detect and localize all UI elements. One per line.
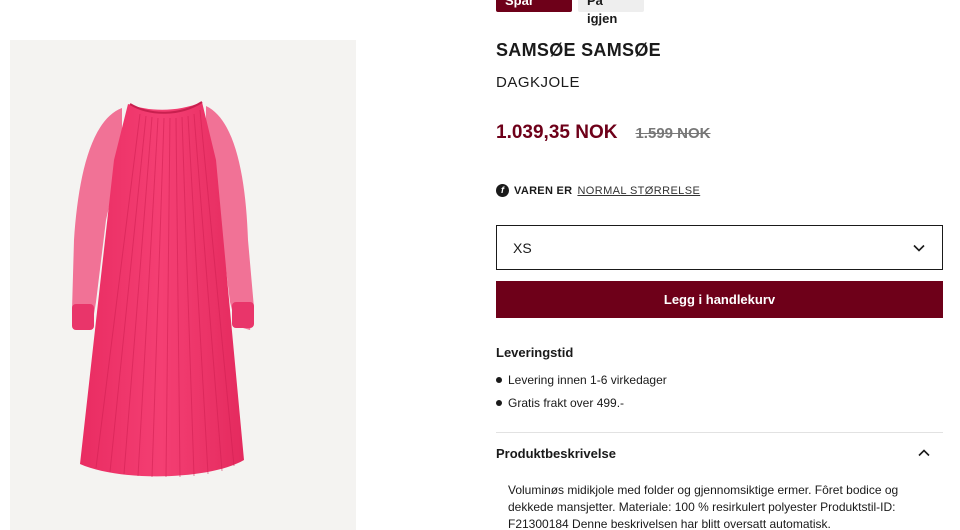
list-item: Levering innen 1-6 virkedager xyxy=(496,368,667,391)
delivery-list: Levering innen 1-6 virkedager Gratis fra… xyxy=(496,368,667,414)
bullet-icon xyxy=(496,376,502,383)
discount-badge: Spar 35% xyxy=(496,0,572,26)
price-row: 1.039,35 NOK 1.599 NOK xyxy=(496,122,711,144)
description-title: Produktbeskrivelse xyxy=(496,445,616,461)
chevron-up-icon xyxy=(918,449,930,457)
product-type: DAGKJOLE xyxy=(496,74,581,91)
size-select[interactable]: XS xyxy=(496,225,943,270)
brand-name[interactable]: SAMSØE SAMSØE xyxy=(496,40,661,61)
product-image[interactable] xyxy=(10,40,356,530)
fit-size-link[interactable]: NORMAL STØRRELSE xyxy=(577,185,700,197)
dress-image xyxy=(72,101,254,478)
size-select-value: XS xyxy=(513,239,532,256)
delivery-title: Leveringstid xyxy=(496,345,574,360)
original-price: 1.599 NOK xyxy=(635,125,711,142)
fit-label: VAREN ER xyxy=(514,184,573,197)
list-item: Gratis frakt over 499.- xyxy=(496,391,667,414)
delivery-item-text: Gratis frakt over 499.- xyxy=(508,395,625,410)
add-to-cart-button[interactable]: Legg i handlekurv xyxy=(496,281,943,318)
current-price: 1.039,35 NOK xyxy=(496,122,618,143)
divider xyxy=(496,432,943,433)
chevron-down-icon xyxy=(913,244,925,252)
description-text: Voluminøs midikjole med folder og gjenno… xyxy=(508,483,899,530)
fit-icon: f xyxy=(496,184,509,197)
fit-info: f VAREN ER NORMAL STØRRELSE xyxy=(496,184,700,197)
delivery-item-text: Levering innen 1-6 virkedager xyxy=(508,372,667,387)
bullet-icon xyxy=(496,399,502,406)
back-in-stock-badge: På igjen xyxy=(578,0,644,26)
description-toggle[interactable]: Produktbeskrivelse xyxy=(496,434,943,472)
